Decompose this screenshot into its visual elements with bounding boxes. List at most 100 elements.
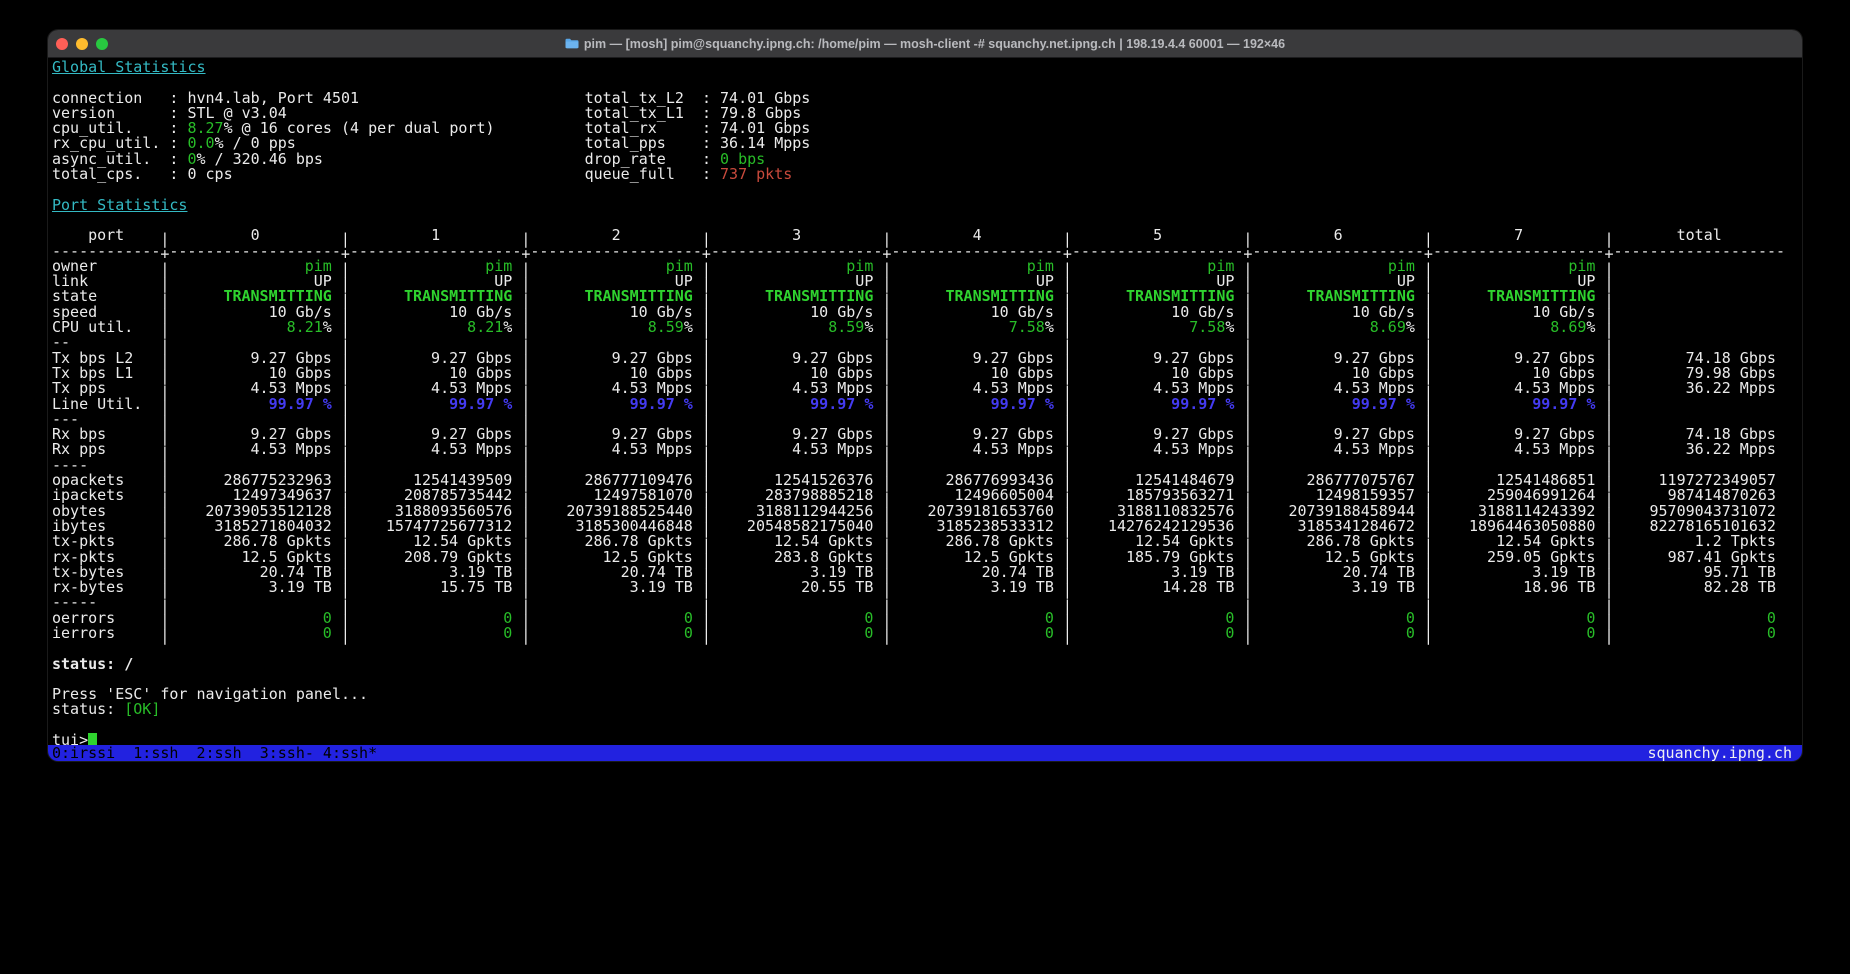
rule-segment: -------------------	[530, 244, 702, 259]
port-column-header: 4	[891, 228, 1063, 243]
row-label: state	[52, 289, 160, 304]
total-cell: 1.2 Tpkts	[1613, 534, 1785, 549]
stat-cell: 3.19 TB	[1252, 580, 1424, 595]
status-spinner-line: status:/	[52, 657, 1802, 672]
stat-cell: 12497581070	[530, 488, 702, 503]
stat-cell: 3.19 TB	[169, 580, 341, 595]
port-column-header: 7	[1433, 228, 1605, 243]
stat-cell: 12541526376	[711, 473, 883, 488]
stat-cell: 14.28 TB	[1072, 580, 1244, 595]
table-row: rx-bytes|3.19 TB|15.75 TB|3.19 TB|20.55 …	[52, 580, 1802, 595]
stat-cell: 12.5 Gpkts	[169, 550, 341, 565]
stat-cell: TRANSMITTING	[350, 289, 522, 304]
stat-cell: 283.8 Gpkts	[711, 550, 883, 565]
stat-cell: 0	[530, 611, 702, 626]
table-row: --|||||||||	[52, 335, 1802, 350]
rule-segment: -------------------	[350, 244, 522, 259]
port-column-header: 1	[350, 228, 522, 243]
row-label: owner	[52, 259, 160, 274]
stat-cell: 99.97 %	[711, 397, 883, 412]
blank-line	[52, 641, 1802, 656]
stat-cell: 9.27 Gbps	[169, 427, 341, 442]
stat-cell: 10 Gb/s	[530, 305, 702, 320]
stat-cell: TRANSMITTING	[891, 289, 1063, 304]
stat-cell: 12.5 Gpkts	[530, 550, 702, 565]
rule-segment: -------------------	[1433, 244, 1605, 259]
stat-cell: 4.53 Mpps	[1072, 381, 1244, 396]
stat-cell: pim	[1433, 259, 1605, 274]
stat-cell: 12.5 Gpkts	[891, 550, 1063, 565]
terminal-content[interactable]: Global Statistics connection : hvn4.lab,…	[48, 57, 1802, 761]
stat-cell: 15747725677312	[350, 519, 522, 534]
stat-cell: 4.53 Mpps	[891, 381, 1063, 396]
stat-cell: 10 Gbps	[891, 366, 1063, 381]
total-cell: 36.22 Mpps	[1613, 442, 1785, 457]
stat-cell: 9.27 Gbps	[1433, 351, 1605, 366]
stat-cell: UP	[530, 274, 702, 289]
port-stats-table: port|0|1|2|3|4|5|6|7|total------------+-…	[52, 228, 1802, 641]
stat-cell: 286777109476	[530, 473, 702, 488]
row-label: Tx pps	[52, 381, 160, 396]
table-row: rx-pkts|12.5 Gpkts|208.79 Gpkts|12.5 Gpk…	[52, 550, 1802, 565]
row-label: CPU util.	[52, 320, 160, 335]
stat-cell: 9.27 Gbps	[350, 351, 522, 366]
total-column-header: total	[1613, 228, 1785, 243]
stat-cell: 12497349637	[169, 488, 341, 503]
stat-cell: 10 Gb/s	[891, 305, 1063, 320]
traffic-lights	[56, 38, 108, 50]
stat-cell: TRANSMITTING	[530, 289, 702, 304]
stat-cell: 4.53 Mpps	[1072, 442, 1244, 457]
stat-cell: 12541484679	[1072, 473, 1244, 488]
stat-cell: 7.58%	[1072, 320, 1244, 335]
stat-cell: 0	[169, 626, 341, 641]
row-label: ipackets	[52, 488, 160, 503]
minimize-button[interactable]	[76, 38, 88, 50]
stat-cell: 4.53 Mpps	[350, 442, 522, 457]
column-separator: |	[1424, 629, 1433, 644]
stat-cell: TRANSMITTING	[711, 289, 883, 304]
row-label: tx-pkts	[52, 534, 160, 549]
global-stat-line: connection : hvn4.lab, Port 4501total_tx…	[52, 91, 1802, 106]
stat-cell: 286.78 Gpkts	[1252, 534, 1424, 549]
stat-cell: 8.69%	[1433, 320, 1605, 335]
table-row: Rx pps|4.53 Mpps|4.53 Mpps|4.53 Mpps|4.5…	[52, 442, 1802, 457]
stat-cell: 10 Gb/s	[350, 305, 522, 320]
stat-cell: 4.53 Mpps	[1252, 381, 1424, 396]
stat-cell: pim	[711, 259, 883, 274]
table-row: ---|||||||||	[52, 412, 1802, 427]
stat-cell: 99.97 %	[169, 397, 341, 412]
global-stat-line: async_util. : 0% / 320.46 bpsdrop_rate :…	[52, 152, 1802, 167]
stat-cell: pim	[530, 259, 702, 274]
stat-cell: 12496605004	[891, 488, 1063, 503]
stat-cell: UP	[1433, 274, 1605, 289]
stat-cell: 15.75 TB	[350, 580, 522, 595]
row-label: ibytes	[52, 519, 160, 534]
tmux-window-list[interactable]: 0:irssi 1:ssh 2:ssh 3:ssh- 4:ssh*	[52, 745, 377, 761]
stat-cell: 20.55 TB	[711, 580, 883, 595]
stat-cell: 4.53 Mpps	[711, 442, 883, 457]
rule-segment: -------------------	[1072, 244, 1244, 259]
stat-cell: 9.27 Gbps	[1252, 427, 1424, 442]
row-separator-label: ----	[52, 458, 160, 473]
stat-cell: 0	[350, 611, 522, 626]
stat-cell: 4.53 Mpps	[1433, 442, 1605, 457]
column-separator: |	[702, 629, 711, 644]
window-title: pim — [mosh] pim@squanchy.ipng.ch: /home…	[565, 37, 1285, 51]
stat-cell: 3.19 TB	[1072, 565, 1244, 580]
folder-icon	[565, 38, 579, 49]
stat-cell: 3.19 TB	[711, 565, 883, 580]
global-stat-line: total_cps. : 0 cpsqueue_full : 737 pkts	[52, 167, 1802, 182]
stat-cell: 0	[1433, 611, 1605, 626]
window-titlebar[interactable]: pim — [mosh] pim@squanchy.ipng.ch: /home…	[48, 30, 1802, 58]
total-cell: 987.41 Gpkts	[1613, 550, 1785, 565]
stat-cell: 4.53 Mpps	[169, 442, 341, 457]
row-label: opackets	[52, 473, 160, 488]
row-label: Line Util.	[52, 397, 160, 412]
close-button[interactable]	[56, 38, 68, 50]
stat-cell: 7.58%	[891, 320, 1063, 335]
stat-cell: TRANSMITTING	[1072, 289, 1244, 304]
stat-cell: pim	[1072, 259, 1244, 274]
zoom-button[interactable]	[96, 38, 108, 50]
stat-cell: 10 Gb/s	[169, 305, 341, 320]
table-row: owner|pim|pim|pim|pim|pim|pim|pim|pim|	[52, 259, 1802, 274]
